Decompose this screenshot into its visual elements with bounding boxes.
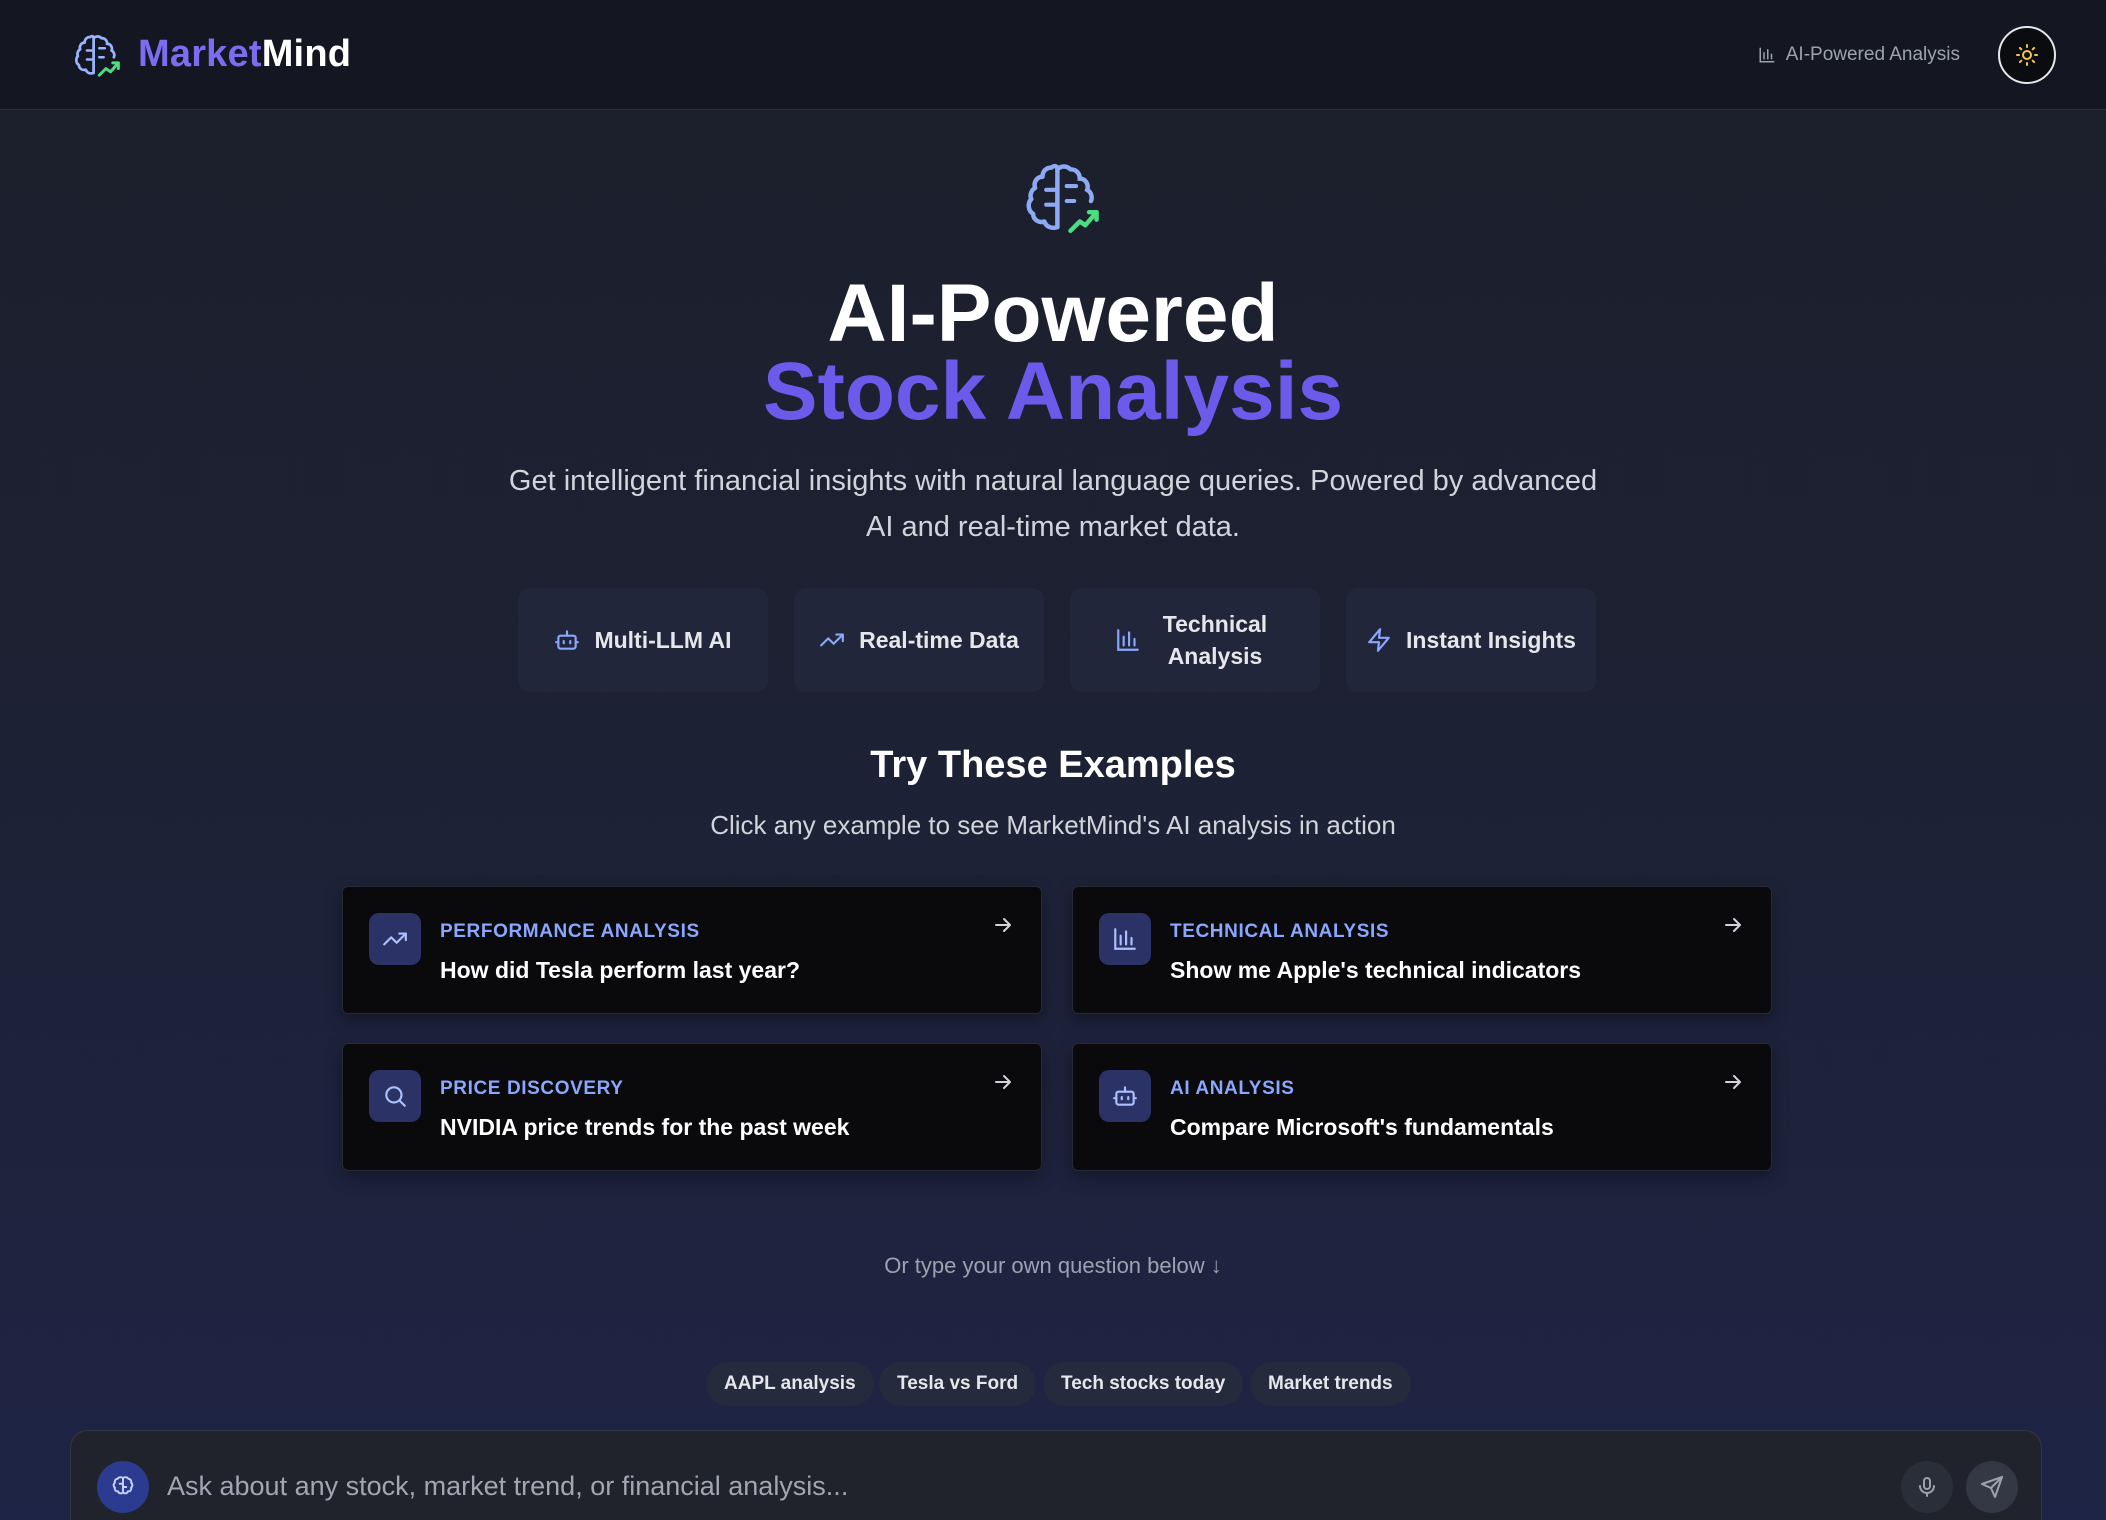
send-icon bbox=[1981, 1476, 2003, 1498]
feature-instant-insights: Instant Insights bbox=[1346, 588, 1596, 692]
arrow-right-icon bbox=[995, 918, 1011, 932]
feature-technical-analysis: Technical Analysis bbox=[1070, 588, 1320, 692]
hero-title: AI-Powered Stock Analysis bbox=[0, 268, 2106, 437]
suggestion-chip[interactable]: Tesla vs Ford bbox=[879, 1362, 1037, 1406]
trending-up-icon bbox=[820, 633, 845, 647]
bot-icon bbox=[1113, 1086, 1137, 1106]
assistant-avatar bbox=[97, 1461, 149, 1513]
feature-multi-llm: Multi-LLM AI bbox=[518, 588, 768, 692]
brand-name: MarketMind bbox=[138, 33, 351, 76]
card-category: PERFORMANCE ANALYSIS bbox=[440, 921, 700, 942]
feature-realtime-data: Real-time Data bbox=[794, 588, 1044, 692]
search-icon bbox=[385, 1086, 406, 1107]
feature-list: Multi-LLM AI Real-time Data Technical An… bbox=[0, 588, 2106, 692]
arrow-right-icon bbox=[995, 1075, 1011, 1089]
example-card-price-discovery[interactable]: PRICE DISCOVERY NVIDIA price trends for … bbox=[342, 1043, 1042, 1171]
suggestion-chip[interactable]: Market trends bbox=[1250, 1362, 1411, 1406]
sun-icon bbox=[2016, 43, 2038, 66]
type-question-hint: Or type your own question below ↓ bbox=[884, 1253, 1222, 1278]
feature-label: Multi-LLM AI bbox=[594, 627, 732, 653]
card-question: How did Tesla perform last year? bbox=[440, 957, 801, 983]
arrow-right-icon bbox=[1725, 918, 1741, 932]
ai-powered-badge-label: AI-Powered Analysis bbox=[1785, 43, 1960, 65]
example-card-performance[interactable]: PERFORMANCE ANALYSIS How did Tesla perfo… bbox=[342, 886, 1042, 1014]
bot-icon bbox=[555, 630, 580, 650]
card-icon-box bbox=[369, 913, 421, 965]
bar-chart-icon bbox=[1117, 629, 1139, 651]
feature-label: Real-time Data bbox=[859, 627, 1019, 653]
bar-chart-icon bbox=[1114, 928, 1136, 950]
examples-subtitle: Click any example to see MarketMind's AI… bbox=[710, 810, 1396, 840]
microphone-icon bbox=[1919, 1477, 1935, 1497]
brain-chart-icon bbox=[74, 34, 120, 77]
card-question: NVIDIA price trends for the past week bbox=[440, 1114, 850, 1140]
brand-name-part1: Market bbox=[138, 33, 262, 75]
hero-title-line2: Stock Analysis bbox=[762, 346, 1344, 437]
chat-input[interactable] bbox=[167, 1463, 1767, 1509]
card-question: Compare Microsoft's fundamentals bbox=[1170, 1114, 1554, 1140]
header-actions: AI-Powered Analysis bbox=[1758, 25, 2056, 84]
examples-title: Try These Examples bbox=[870, 744, 1236, 786]
example-card-technical[interactable]: TECHNICAL ANALYSIS Show me Apple's techn… bbox=[1072, 886, 1772, 1014]
hero-subtitle: Get intelligent financial insights with … bbox=[508, 465, 1598, 543]
card-question: Show me Apple's technical indicators bbox=[1170, 957, 1582, 983]
card-category: PRICE DISCOVERY bbox=[440, 1078, 624, 1099]
theme-toggle-button[interactable] bbox=[1998, 25, 2056, 84]
card-category: TECHNICAL ANALYSIS bbox=[1170, 921, 1390, 942]
zap-icon bbox=[1368, 628, 1390, 652]
top-header: MarketMind AI-Powered Analysis bbox=[0, 0, 2106, 110]
send-button[interactable] bbox=[1966, 1461, 2018, 1513]
example-card-ai-analysis[interactable]: AI ANALYSIS Compare Microsoft's fundamen… bbox=[1072, 1043, 1772, 1171]
arrow-right-icon bbox=[1725, 1075, 1741, 1089]
suggestion-chip[interactable]: AAPL analysis bbox=[706, 1362, 874, 1406]
card-icon-box bbox=[1099, 913, 1151, 965]
brand-name-part2: Mind bbox=[261, 33, 352, 75]
feature-label: Technical Analysis bbox=[1162, 611, 1268, 669]
hero-title-line1: AI-Powered bbox=[827, 268, 1279, 359]
brand[interactable]: MarketMind bbox=[70, 28, 351, 82]
brain-chart-icon bbox=[1026, 163, 1099, 234]
bar-chart-icon bbox=[1759, 47, 1775, 62]
feature-label: Instant Insights bbox=[1406, 627, 1576, 653]
card-icon-box bbox=[369, 1070, 421, 1122]
trending-up-icon bbox=[383, 932, 407, 946]
suggestion-chip[interactable]: Tech stocks today bbox=[1043, 1362, 1244, 1406]
card-icon-box bbox=[1099, 1070, 1151, 1122]
chat-input-bar bbox=[70, 1430, 2042, 1520]
brain-icon bbox=[112, 1476, 134, 1495]
microphone-button[interactable] bbox=[1901, 1461, 1953, 1513]
ai-powered-badge: AI-Powered Analysis bbox=[1758, 44, 1960, 66]
card-category: AI ANALYSIS bbox=[1170, 1078, 1295, 1099]
